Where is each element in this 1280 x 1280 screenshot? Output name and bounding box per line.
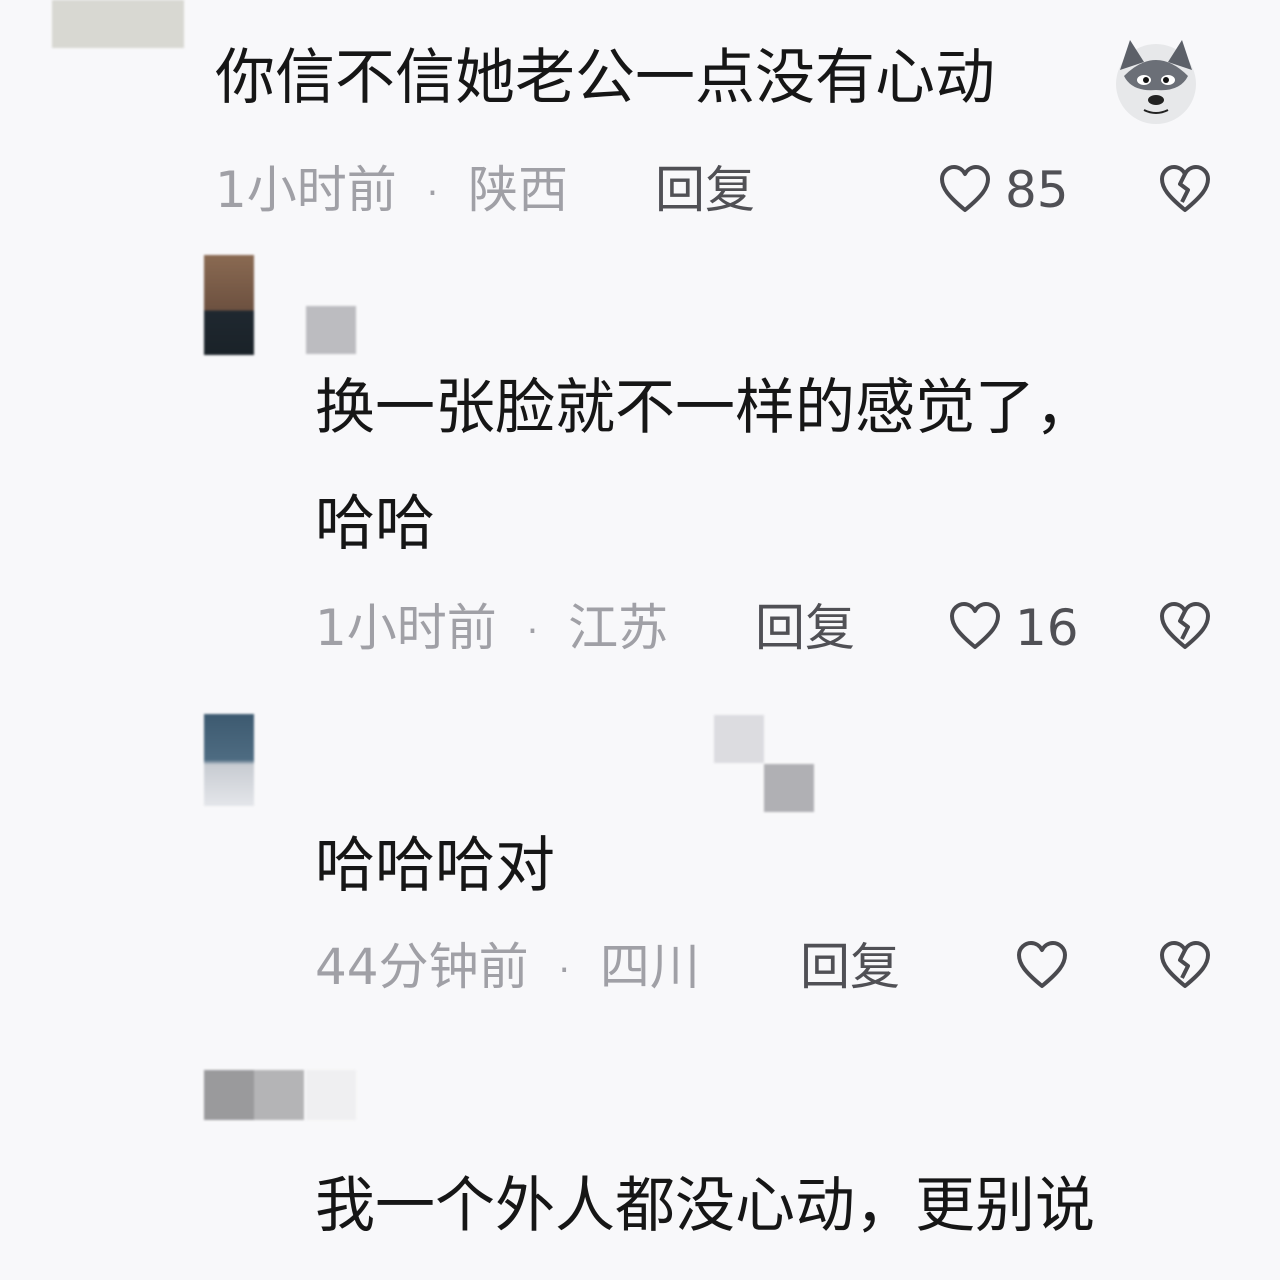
meta-separator: ·: [426, 172, 439, 214]
heart-outline-icon[interactable]: [948, 601, 1002, 651]
comment-meta: 44分钟前 · 四川: [315, 942, 700, 992]
comment-meta: 1小时前 · 江苏: [315, 603, 668, 653]
heart-outline-icon[interactable]: [1015, 940, 1069, 990]
comment-location: 四川: [599, 938, 700, 996]
reply-button[interactable]: 回复: [755, 603, 855, 653]
meta-separator: ·: [558, 949, 570, 991]
reply-button[interactable]: 回复: [655, 165, 755, 215]
comment-text: 哈哈哈对: [315, 831, 555, 901]
username[interactable]: [306, 306, 356, 354]
comment-text-line1: 换一张脸就不一样的感觉了，: [315, 373, 1095, 443]
like-count: 16: [1015, 599, 1079, 657]
comment-time: 1小时前: [215, 161, 397, 219]
username-badge: [764, 764, 814, 812]
avatar[interactable]: [204, 255, 254, 355]
husky-dog-emoji: [1110, 34, 1202, 126]
comment-location: 江苏: [568, 599, 669, 657]
broken-heart-icon[interactable]: [1158, 940, 1212, 990]
comment-location: 陕西: [468, 161, 569, 219]
meta-separator: ·: [526, 610, 539, 652]
comment-text: 我一个外人都没心动，更别说: [315, 1171, 1095, 1241]
username[interactable]: [714, 715, 764, 763]
username[interactable]: [306, 1070, 356, 1120]
like-count: 85: [1005, 161, 1069, 219]
heart-outline-icon[interactable]: [938, 164, 992, 214]
comment-time: 1小时前: [315, 599, 497, 657]
avatar[interactable]: [52, 0, 184, 48]
comment-meta: 1小时前 · 陕西: [215, 165, 568, 215]
avatar[interactable]: [204, 714, 254, 806]
broken-heart-icon[interactable]: [1158, 164, 1212, 214]
broken-heart-icon[interactable]: [1158, 601, 1212, 651]
comment-text: 你信不信她老公一点没有心动: [215, 43, 995, 113]
avatar[interactable]: [204, 1070, 304, 1120]
reply-button[interactable]: 回复: [800, 942, 900, 992]
comment-text-line2: 哈哈: [315, 489, 435, 559]
comment-time: 44分钟前: [315, 938, 529, 996]
